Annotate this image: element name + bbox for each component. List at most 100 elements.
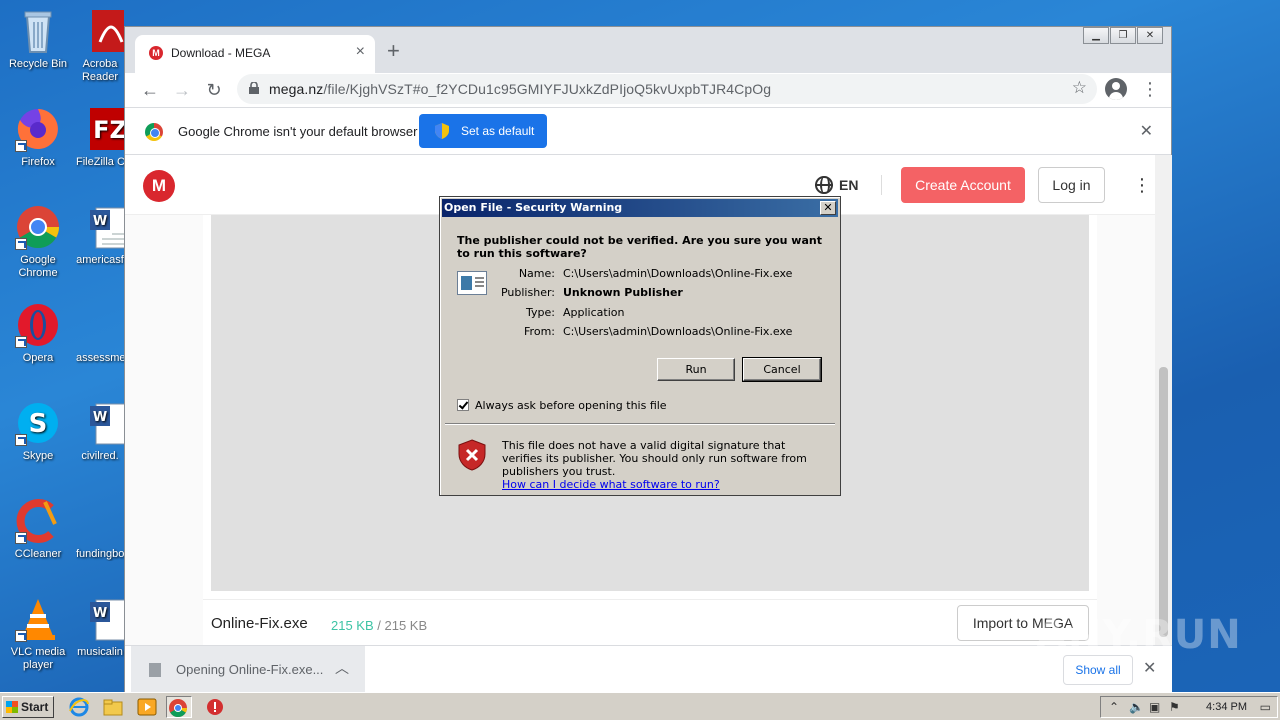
minimize-icon[interactable]: ▁ xyxy=(1083,27,1109,44)
mega-logo-icon[interactable]: M xyxy=(143,170,175,202)
restore-icon[interactable]: ❐ xyxy=(1110,27,1136,44)
skype-icon: S xyxy=(15,400,61,446)
anyrun-watermark: ANY.RUN xyxy=(1036,612,1242,658)
desktop-icon-acrobat[interactable]: Acroba Reader xyxy=(76,8,124,84)
security-app-icon[interactable] xyxy=(204,696,226,718)
set-as-default-button[interactable]: Set as default xyxy=(419,114,547,148)
language-selector[interactable]: EN xyxy=(815,176,858,194)
forward-icon[interactable]: → xyxy=(169,77,195,103)
name-row: Name: C:\Users\admin\Downloads\Online-Fix… xyxy=(495,267,825,280)
bookmark-star-icon[interactable]: ☆ xyxy=(1072,78,1087,98)
close-infobar-icon[interactable]: ✕ xyxy=(1140,121,1153,141)
desktop-icon-word-doc-3[interactable]: W musicalin xyxy=(76,596,124,659)
tab-strip: M Download - MEGA × + ▁ ❐ ✕ xyxy=(125,27,1171,73)
lock-icon xyxy=(249,82,259,94)
desktop-icon-label: Recycle Bin xyxy=(8,58,68,70)
desktop-icon-label: FileZilla C xyxy=(76,156,124,168)
desktop-icon-firefox[interactable]: Firefox xyxy=(0,106,76,169)
always-ask-checkbox[interactable] xyxy=(457,399,469,411)
show-all-button[interactable]: Show all xyxy=(1063,655,1133,685)
run-button[interactable]: Run xyxy=(657,358,735,381)
desktop-icon-label: civilred. xyxy=(81,450,119,462)
start-button[interactable]: Start xyxy=(2,696,54,718)
url-text: mega.nz/file/KjghVSzT#o_f2YCDu1c95GMIYFJ… xyxy=(269,81,772,97)
close-download-shelf-icon[interactable]: ✕ xyxy=(1143,658,1156,678)
word-doc-icon: W xyxy=(88,400,124,446)
document-icon xyxy=(88,498,124,544)
desktop-icon-label: Google Chrome xyxy=(18,254,58,279)
desktop-icon-doc3[interactable]: fundingbo xyxy=(76,498,124,561)
new-tab-icon[interactable]: + xyxy=(387,38,400,64)
close-tab-icon[interactable]: × xyxy=(356,43,365,61)
help-link[interactable]: How can I decide what software to run? xyxy=(502,478,720,491)
svg-text:W: W xyxy=(93,214,107,229)
system-tray: ⌃ 🔈 ▣ ⚑ 4:34 PM ▭ xyxy=(1100,696,1278,718)
desktop-icon-google-chrome[interactable]: Google Chrome xyxy=(0,204,76,280)
tab-download-mega[interactable]: M Download - MEGA × xyxy=(135,35,375,73)
desktop-icon-label: musicalin xyxy=(77,646,123,658)
scrollbar-thumb[interactable] xyxy=(1159,367,1168,637)
application-icon xyxy=(457,271,487,295)
desktop-icon-word-doc[interactable]: W americasf xyxy=(76,204,124,267)
desktop-icon-word-doc-2[interactable]: W civilred. xyxy=(76,400,124,463)
header-divider xyxy=(881,175,882,195)
create-account-button[interactable]: Create Account xyxy=(901,167,1025,203)
svg-text:W: W xyxy=(93,606,107,621)
language-label: EN xyxy=(839,177,859,193)
file-explorer-icon[interactable] xyxy=(102,696,124,718)
back-icon[interactable]: ← xyxy=(137,77,163,103)
reload-icon[interactable]: ↻ xyxy=(201,77,227,103)
dialog-question: The publisher could not be verified. Are… xyxy=(457,234,822,260)
word-doc-icon: W xyxy=(88,204,124,250)
warning-text: This file does not have a valid digital … xyxy=(502,439,807,478)
always-ask-label: Always ask before opening this file xyxy=(475,399,667,412)
size-separator: / xyxy=(373,618,385,633)
type-value: Application xyxy=(563,306,625,319)
desktop-icon-skype[interactable]: S Skype xyxy=(0,400,76,463)
chevron-up-icon[interactable]: ︿ xyxy=(335,658,349,678)
clock[interactable]: 4:34 PM xyxy=(1206,701,1247,713)
address-bar[interactable]: mega.nz/file/KjghVSzT#o_f2YCDu1c95GMIYFJ… xyxy=(237,74,1097,104)
chrome-icon xyxy=(15,204,61,250)
login-button[interactable]: Log in xyxy=(1038,167,1105,203)
desktop-icon-filezilla[interactable]: FZ FileZilla C xyxy=(76,106,124,169)
from-label: From: xyxy=(524,325,555,338)
ccleaner-icon xyxy=(15,498,61,544)
desktop-icon-label: Acroba Reader xyxy=(81,58,119,83)
firefox-icon xyxy=(15,106,61,152)
close-window-icon[interactable]: ✕ xyxy=(1137,27,1163,44)
vlc-icon xyxy=(15,596,61,642)
profile-avatar-icon[interactable] xyxy=(1105,78,1127,100)
filezilla-icon: FZ xyxy=(88,106,124,152)
publisher-value: Unknown Publisher xyxy=(563,286,683,299)
desktop-icon-label: fundingbo xyxy=(76,548,124,560)
desktop-icon-label: assessme xyxy=(76,352,124,364)
show-desktop-icon[interactable]: ▭ xyxy=(1260,700,1271,714)
desktop-icon-vlc[interactable]: VLC media player xyxy=(0,596,76,672)
download-item[interactable]: Opening Online-Fix.exe... ︿ xyxy=(131,646,365,693)
type-row: Type: Application xyxy=(495,306,825,319)
shortcut-arrow-icon xyxy=(15,336,27,348)
chrome-icon xyxy=(169,699,187,718)
tray-expand-icon[interactable]: ⌃ xyxy=(1109,700,1119,714)
chrome-taskbar-button[interactable] xyxy=(166,696,192,718)
mega-menu-icon[interactable]: ⋮ xyxy=(1133,175,1151,195)
from-row: From: C:\Users\admin\Downloads\Online-Fix… xyxy=(495,325,825,338)
shortcut-arrow-icon xyxy=(15,140,27,152)
dialog-close-icon[interactable]: ✕ xyxy=(820,201,836,215)
media-player-icon[interactable] xyxy=(136,696,158,718)
chrome-menu-icon[interactable]: ⋮ xyxy=(1141,79,1159,99)
network-icon[interactable]: ▣ xyxy=(1149,700,1160,714)
type-label: Type: xyxy=(526,306,555,319)
dialog-title: Open File - Security Warning ✕ xyxy=(442,199,838,217)
internet-explorer-icon[interactable] xyxy=(68,696,90,718)
cancel-button[interactable]: Cancel xyxy=(742,357,822,382)
action-center-flag-icon[interactable]: ⚑ xyxy=(1169,700,1180,714)
desktop-icon-ccleaner[interactable]: CCleaner xyxy=(0,498,76,561)
total-size: 215 KB xyxy=(384,618,428,633)
desktop-icon-doc2[interactable]: assessme xyxy=(76,302,124,365)
desktop-icon-opera[interactable]: Opera xyxy=(0,302,76,365)
document-icon xyxy=(88,302,124,348)
desktop-icon-recycle-bin[interactable]: Recycle Bin xyxy=(0,8,76,71)
volume-icon[interactable]: 🔈 xyxy=(1129,700,1144,714)
